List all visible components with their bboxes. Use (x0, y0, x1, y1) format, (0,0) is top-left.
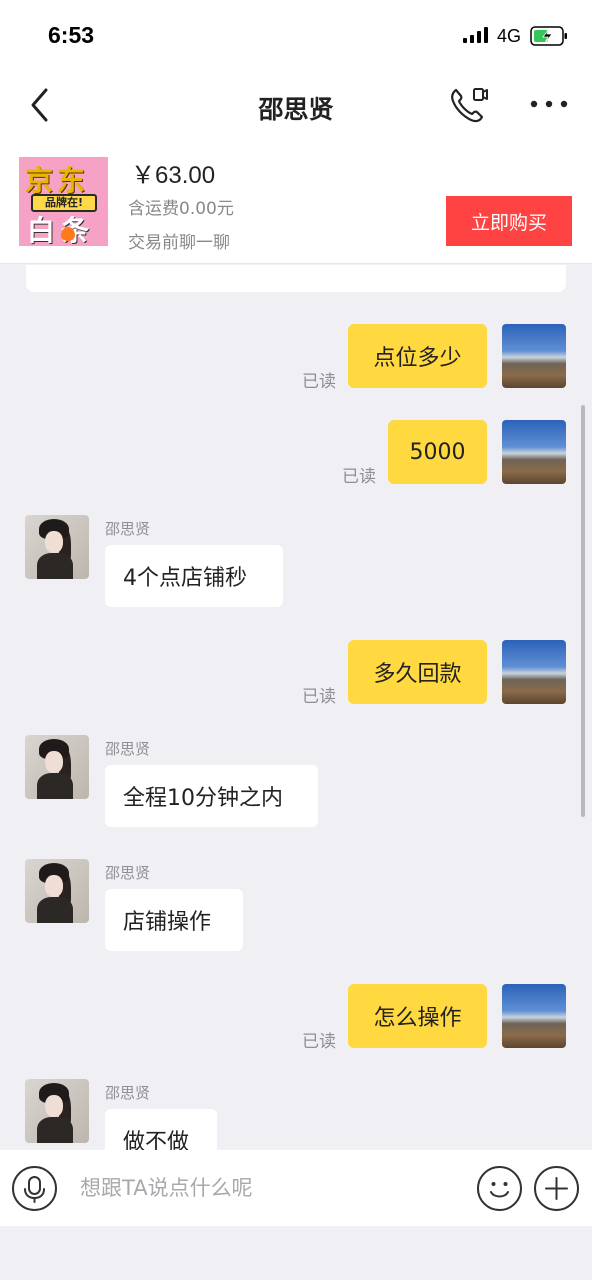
product-price: ￥63.00 (131, 162, 216, 189)
sender-name: 邵思贤 (105, 1084, 151, 1102)
message-bubble-self[interactable]: 怎么操作 (348, 984, 487, 1048)
avatar-self[interactable] (502, 420, 566, 484)
thumbnail-subtitle: 白条 (27, 214, 96, 246)
emoji-icon (490, 1182, 509, 1198)
thumbnail-title: 京东 (25, 164, 90, 197)
chat-header: 邵思贤 (0, 70, 592, 140)
message-bubble-contact[interactable]: 全程10分钟之内 (105, 765, 318, 827)
avatar-contact[interactable] (25, 515, 89, 579)
read-receipt: 已读 (342, 467, 376, 487)
plus-icon (545, 1177, 568, 1200)
signal-icon (463, 27, 491, 47)
avatar-self[interactable] (502, 984, 566, 1048)
product-card[interactable]: 京东 品牌在! 白条 ￥63.00 含运费0.00元 交易前聊一聊 立即购买 (0, 140, 592, 264)
message-input[interactable] (80, 1172, 460, 1204)
avatar-contact[interactable] (25, 735, 89, 799)
more-dots-icon (530, 100, 568, 108)
sender-name: 邵思贤 (105, 740, 151, 758)
video-call-icon (451, 88, 488, 123)
message-bubble-contact[interactable]: 4个点店铺秒 (105, 545, 283, 607)
flame-icon (61, 227, 75, 241)
emoji-button[interactable] (477, 1166, 522, 1211)
battery-charging-icon (530, 26, 568, 50)
avatar-self[interactable] (502, 640, 566, 704)
status-bar: 6:53 4G (0, 0, 592, 70)
sender-name: 邵思贤 (105, 864, 151, 882)
read-receipt: 已读 (302, 1032, 336, 1052)
message-input-bar (0, 1150, 592, 1226)
product-hint: 交易前聊一聊 (128, 233, 230, 253)
network-type: 4G (497, 26, 522, 46)
message-bubble-contact[interactable]: 做不做 (105, 1109, 217, 1150)
scrollbar[interactable] (581, 405, 585, 817)
buy-now-button[interactable]: 立即购买 (446, 196, 572, 246)
product-thumbnail[interactable]: 京东 品牌在! 白条 (19, 157, 108, 246)
message-bubble-self[interactable]: 5000 (388, 420, 487, 484)
sender-name: 邵思贤 (105, 520, 151, 538)
page-title: 邵思贤 (258, 95, 334, 124)
bottom-safe-area (0, 1226, 592, 1280)
previous-message-card (26, 265, 566, 292)
voice-button[interactable] (12, 1166, 57, 1211)
message-bubble-contact[interactable]: 店铺操作 (105, 889, 243, 951)
avatar-contact[interactable] (25, 1079, 89, 1143)
message-bubble-self[interactable]: 多久回款 (348, 640, 487, 704)
message-bubble-self[interactable]: 点位多少 (348, 324, 487, 388)
avatar-contact[interactable] (25, 859, 89, 923)
read-receipt: 已读 (302, 372, 336, 392)
more-button[interactable] (530, 96, 568, 112)
status-time: 6:53 (48, 22, 95, 48)
more-actions-button[interactable] (534, 1166, 579, 1211)
microphone-icon (24, 1176, 45, 1203)
avatar-self[interactable] (502, 324, 566, 388)
call-button[interactable] (447, 84, 489, 126)
product-shipping: 含运费0.00元 (128, 199, 234, 219)
read-receipt: 已读 (302, 687, 336, 707)
chat-message-list[interactable]: 已读 点位多少 已读 5000 邵思贤 4个点店铺秒 已读 多久回款 邵思贤 全… (0, 265, 592, 1150)
